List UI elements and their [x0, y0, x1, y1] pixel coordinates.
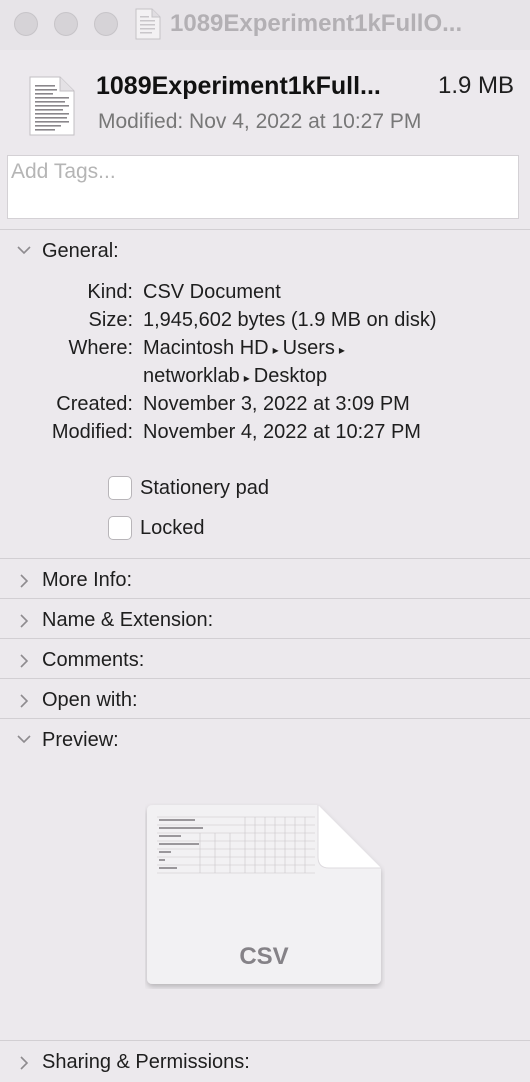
path-component: Desktop	[253, 365, 328, 387]
section-preview[interactable]: Preview:	[0, 721, 530, 761]
stationery-pad-checkbox[interactable]	[108, 476, 132, 500]
section-name-extension-label: Name & Extension:	[42, 609, 214, 631]
path-component: networklab	[143, 365, 240, 387]
path-component: Users	[282, 337, 335, 359]
document-icon	[135, 8, 161, 40]
modified-label: Modified:	[51, 421, 133, 443]
close-window-button[interactable]	[14, 12, 38, 36]
divider	[0, 558, 530, 559]
locked-label: Locked	[140, 517, 205, 539]
created-label: Created:	[56, 393, 133, 415]
chevron-right-icon	[20, 694, 29, 708]
file-size: 1.9 MB	[437, 72, 514, 99]
zoom-window-button[interactable]	[94, 12, 118, 36]
size-value: 1,945,602 bytes (1.9 MB on disk)	[143, 309, 437, 331]
path-arrow-icon: ▸	[243, 371, 250, 385]
chevron-down-icon	[17, 246, 31, 255]
size-label: Size:	[88, 309, 133, 331]
section-more-info-label: More Info:	[42, 569, 133, 591]
csv-type-label: CSV	[239, 943, 288, 970]
stationery-pad-label: Stationery pad	[140, 477, 269, 499]
section-comments-label: Comments:	[42, 649, 145, 671]
divider	[0, 678, 530, 679]
divider	[0, 229, 530, 230]
csv-file-preview: CSV	[147, 805, 381, 984]
where-path-line-1: Macintosh HD ▸ Users ▸	[143, 337, 349, 360]
minimize-window-button[interactable]	[54, 12, 78, 36]
locked-checkbox[interactable]	[108, 516, 132, 540]
modified-value: November 4, 2022 at 10:27 PM	[143, 421, 421, 443]
chevron-down-icon	[17, 735, 31, 744]
where-label: Where:	[68, 337, 133, 359]
window-title: 1089Experiment1kFullO...	[170, 10, 463, 37]
title-bar: 1089Experiment1kFullO...	[0, 0, 530, 50]
section-preview-label: Preview:	[42, 729, 119, 751]
divider	[0, 598, 530, 599]
section-general-label: General:	[42, 240, 119, 262]
section-general[interactable]: General:	[0, 232, 530, 272]
divider	[0, 718, 530, 719]
section-open-with-label: Open with:	[42, 689, 138, 711]
section-sharing-permissions[interactable]: Sharing & Permissions:	[0, 1043, 530, 1082]
file-modified-date: Modified: Nov 4, 2022 at 10:27 PM	[98, 110, 422, 133]
section-name-extension[interactable]: Name & Extension:	[0, 601, 530, 641]
path-arrow-icon: ▸	[338, 343, 345, 357]
created-value: November 3, 2022 at 3:09 PM	[143, 393, 410, 415]
kind-value: CSV Document	[143, 281, 281, 303]
divider	[0, 638, 530, 639]
where-path-line-2: networklab ▸ Desktop	[143, 365, 327, 388]
file-name: 1089Experiment1kFull...	[96, 72, 381, 100]
chevron-right-icon	[20, 574, 29, 588]
chevron-right-icon	[20, 1056, 29, 1070]
add-tags-field[interactable]	[7, 155, 519, 219]
divider	[0, 1040, 530, 1041]
path-component: Macintosh HD	[143, 337, 269, 359]
chevron-right-icon	[20, 654, 29, 668]
section-more-info[interactable]: More Info:	[0, 561, 530, 601]
chevron-right-icon	[20, 614, 29, 628]
section-open-with[interactable]: Open with:	[0, 681, 530, 721]
section-comments[interactable]: Comments:	[0, 641, 530, 681]
kind-label: Kind:	[87, 281, 133, 303]
path-arrow-icon: ▸	[272, 343, 279, 357]
section-sharing-permissions-label: Sharing & Permissions:	[42, 1051, 250, 1073]
document-icon	[29, 76, 75, 136]
